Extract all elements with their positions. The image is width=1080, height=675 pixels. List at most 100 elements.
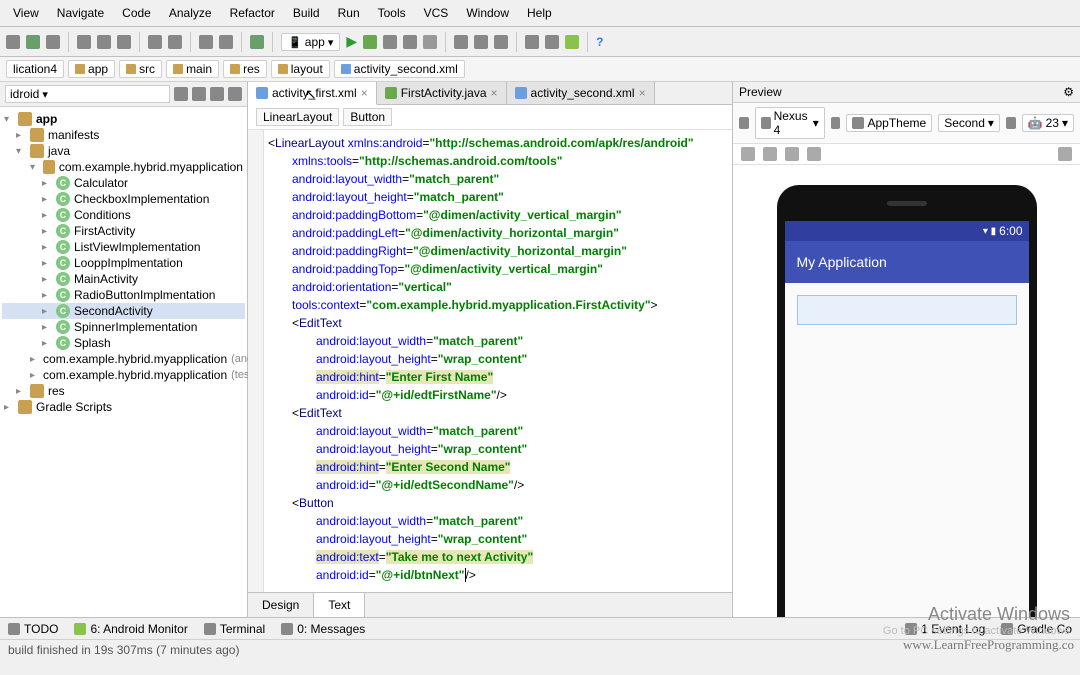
theme-dropdown[interactable]: AppTheme <box>846 114 932 132</box>
tree-item[interactable]: ▾java <box>2 143 245 159</box>
tab-activity-second[interactable]: activity_second.xml× <box>507 82 655 104</box>
tree-item[interactable]: ▸CConditions <box>2 207 245 223</box>
find-icon[interactable] <box>148 35 162 49</box>
crumb-linearlayout[interactable]: LinearLayout <box>256 108 339 126</box>
tree-item[interactable]: ▸CMainActivity <box>2 271 245 287</box>
tree-item[interactable]: ▸manifests <box>2 127 245 143</box>
screenshot-icon[interactable] <box>1058 147 1072 161</box>
run-config-dropdown[interactable]: 📱 app ▾ <box>281 33 340 51</box>
zoom-out-icon[interactable] <box>763 147 777 161</box>
device-dropdown[interactable]: Nexus 4 ▾ <box>755 107 825 139</box>
menu-view[interactable]: View <box>5 2 47 24</box>
open-icon[interactable] <box>6 35 20 49</box>
bc-main[interactable]: main <box>166 60 219 78</box>
bc-file[interactable]: activity_second.xml <box>334 60 465 78</box>
run-dropdown-icon[interactable] <box>383 35 397 49</box>
tree-item[interactable]: ▸Gradle Scripts <box>2 399 245 415</box>
bc-res[interactable]: res <box>223 60 267 78</box>
locale-icon[interactable] <box>1006 117 1016 129</box>
ddms-icon[interactable] <box>494 35 508 49</box>
tree-item[interactable]: ▸CRadioButtonImplmentation <box>2 287 245 303</box>
tree-item[interactable]: ▾com.example.hybrid.myapplication <box>2 159 245 175</box>
stop-icon[interactable] <box>423 35 437 49</box>
gradle-icon[interactable] <box>545 35 559 49</box>
refresh-icon[interactable] <box>807 147 821 161</box>
tree-item[interactable]: ▸CSecondActivity <box>2 303 245 319</box>
bc-project[interactable]: lication4 <box>6 60 64 78</box>
sdk-icon[interactable] <box>474 35 488 49</box>
structure-icon[interactable] <box>525 35 539 49</box>
side-tool-icon[interactable] <box>174 87 188 101</box>
menu-tools[interactable]: Tools <box>370 2 414 24</box>
orientation-icon[interactable] <box>831 117 841 129</box>
side-tool-icon[interactable] <box>192 87 206 101</box>
make-icon[interactable] <box>250 35 264 49</box>
menu-help[interactable]: Help <box>519 2 560 24</box>
side-collapse-icon[interactable] <box>228 87 242 101</box>
project-tree[interactable]: ▾app ▸manifests▾java▾com.example.hybrid.… <box>0 107 247 419</box>
tree-item[interactable]: ▸CListViewImplementation <box>2 239 245 255</box>
menu-navigate[interactable]: Navigate <box>49 2 112 24</box>
tree-item[interactable]: ▸CCalculator <box>2 175 245 191</box>
status-message: build finished in 19s 307ms (7 minutes a… <box>8 643 239 657</box>
tw-android-monitor[interactable]: 6: Android Monitor <box>74 622 187 636</box>
menu-bar: View Navigate Code Analyze Refactor Buil… <box>0 0 1080 27</box>
paste-icon[interactable] <box>117 35 131 49</box>
tab-text[interactable]: Text <box>314 593 365 617</box>
tab-design[interactable]: Design <box>248 593 314 617</box>
editor-tabs: activity_first.xml× FirstActivity.java× … <box>248 82 732 105</box>
device-frame: ▾ ▮ 6:00 My Application <box>777 185 1037 617</box>
help-icon[interactable]: ? <box>596 35 603 49</box>
tab-first-activity-java[interactable]: FirstActivity.java× <box>377 82 507 104</box>
menu-build[interactable]: Build <box>285 2 328 24</box>
menu-code[interactable]: Code <box>114 2 159 24</box>
zoom-in-icon[interactable] <box>741 147 755 161</box>
preview-panel: Preview ⚙ Nexus 4 ▾ AppTheme Second ▾ 🤖2… <box>732 82 1080 617</box>
tw-messages[interactable]: 0: Messages <box>281 622 365 636</box>
tw-todo[interactable]: TODO <box>8 622 58 636</box>
tree-item[interactable]: ▸CCheckboxImplementation <box>2 191 245 207</box>
tree-item[interactable]: ▸CLooppImplmentation <box>2 255 245 271</box>
palette-icon[interactable] <box>739 117 749 129</box>
tree-item[interactable]: ▸CSpinnerImplementation <box>2 319 245 335</box>
sync-icon[interactable] <box>46 35 60 49</box>
menu-analyze[interactable]: Analyze <box>161 2 220 24</box>
tree-root[interactable]: ▾app <box>2 111 245 127</box>
close-icon[interactable]: × <box>639 86 646 100</box>
menu-vcs[interactable]: VCS <box>416 2 457 24</box>
zoom-fit-icon[interactable] <box>785 147 799 161</box>
variant-dropdown[interactable]: Second ▾ <box>938 114 1000 132</box>
tree-item[interactable]: ▸com.example.hybrid.myapplication (test) <box>2 367 245 383</box>
back-icon[interactable] <box>199 35 213 49</box>
run-icon[interactable]: ▶ <box>346 33 357 50</box>
side-tool-icon[interactable] <box>210 87 224 101</box>
forward-icon[interactable] <box>219 35 233 49</box>
tree-item[interactable]: ▸res <box>2 383 245 399</box>
tw-terminal[interactable]: Terminal <box>204 622 265 636</box>
tree-item[interactable]: ▸com.example.hybrid.myapplication (andro… <box>2 351 245 367</box>
tree-item[interactable]: ▸CFirstActivity <box>2 223 245 239</box>
project-view-dropdown[interactable]: idroid ▾ <box>5 85 170 103</box>
bc-layout[interactable]: layout <box>271 60 330 78</box>
gear-icon[interactable]: ⚙ <box>1063 85 1074 99</box>
attach-icon[interactable] <box>403 35 417 49</box>
code-editor[interactable]: <LinearLayout xmlns:android="http://sche… <box>248 130 732 592</box>
close-icon[interactable]: × <box>361 86 368 100</box>
cut-icon[interactable] <box>77 35 91 49</box>
android-icon[interactable] <box>565 35 579 49</box>
api-dropdown[interactable]: 🤖23 ▾ <box>1022 114 1074 132</box>
menu-window[interactable]: Window <box>458 2 517 24</box>
replace-icon[interactable] <box>168 35 182 49</box>
tab-activity-first[interactable]: activity_first.xml× <box>248 82 377 105</box>
close-icon[interactable]: × <box>491 86 498 100</box>
bc-src[interactable]: src <box>119 60 162 78</box>
copy-icon[interactable] <box>97 35 111 49</box>
bc-app[interactable]: app <box>68 60 115 78</box>
tree-item[interactable]: ▸CSplash <box>2 335 245 351</box>
debug-icon[interactable] <box>363 35 377 49</box>
avd-icon[interactable] <box>454 35 468 49</box>
crumb-button[interactable]: Button <box>343 108 392 126</box>
save-icon[interactable] <box>26 35 40 49</box>
menu-run[interactable]: Run <box>330 2 368 24</box>
menu-refactor[interactable]: Refactor <box>222 2 283 24</box>
